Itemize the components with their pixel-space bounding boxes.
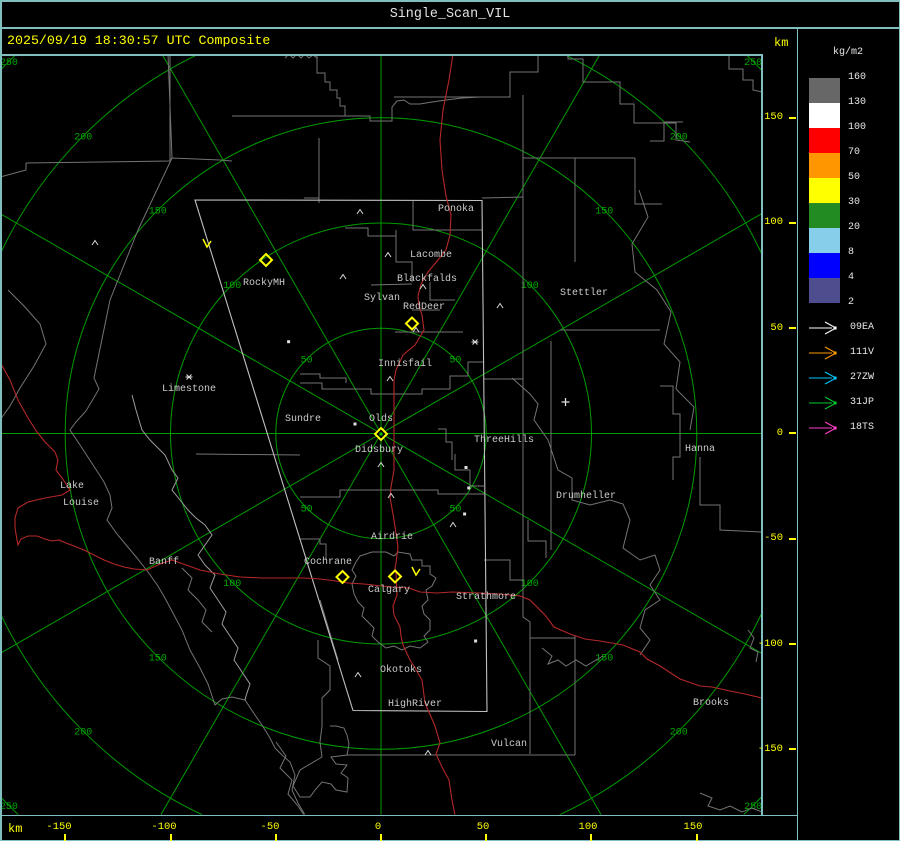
svg-text:250: 250: [744, 58, 762, 69]
svg-text:Stettler: Stettler: [560, 287, 608, 299]
svg-text:Olds: Olds: [369, 413, 393, 425]
svg-text:Limestone: Limestone: [162, 383, 216, 395]
svg-text:50: 50: [301, 504, 313, 515]
svg-text:Strathmore: Strathmore: [456, 591, 516, 603]
svg-text:HighRiver: HighRiver: [388, 698, 442, 710]
svg-text:Sylvan: Sylvan: [364, 292, 400, 304]
svg-text:Cochrane: Cochrane: [304, 556, 352, 568]
svg-text:250: 250: [0, 58, 18, 69]
svg-text:RockyMH: RockyMH: [243, 277, 285, 289]
svg-text:50: 50: [301, 356, 313, 367]
svg-text:100: 100: [223, 281, 241, 292]
svg-text:50: 50: [449, 356, 461, 367]
svg-text:150: 150: [595, 207, 613, 218]
svg-text:Lacombe: Lacombe: [410, 249, 452, 261]
svg-text:Louise: Louise: [63, 497, 99, 509]
svg-text:200: 200: [74, 728, 92, 739]
svg-text:Drumheller: Drumheller: [556, 490, 616, 502]
svg-text:Banff: Banff: [149, 556, 179, 568]
svg-text:Blackfalds: Blackfalds: [397, 273, 457, 285]
svg-text:200: 200: [74, 132, 92, 143]
svg-text:200: 200: [670, 728, 688, 739]
svg-text:Innisfail: Innisfail: [378, 358, 432, 370]
svg-text:Vulcan: Vulcan: [491, 738, 527, 750]
svg-text:RedDeer: RedDeer: [403, 301, 445, 313]
svg-text:Didsbury: Didsbury: [355, 444, 403, 456]
svg-text:150: 150: [149, 207, 167, 218]
svg-text:Okotoks: Okotoks: [380, 664, 422, 676]
svg-text:Lake: Lake: [60, 480, 84, 492]
svg-text:Sundre: Sundre: [285, 413, 321, 425]
svg-text:250: 250: [0, 802, 18, 813]
svg-text:Calgary: Calgary: [368, 584, 410, 596]
svg-text:Hanna: Hanna: [685, 444, 715, 455]
svg-text:Airdrie: Airdrie: [371, 531, 413, 543]
svg-text:Brooks: Brooks: [693, 697, 729, 709]
svg-text:Ponoka: Ponoka: [438, 203, 474, 215]
svg-text:ThreeHills: ThreeHills: [474, 434, 534, 446]
svg-text:100: 100: [223, 579, 241, 590]
svg-text:50: 50: [449, 504, 461, 515]
svg-text:150: 150: [149, 653, 167, 664]
